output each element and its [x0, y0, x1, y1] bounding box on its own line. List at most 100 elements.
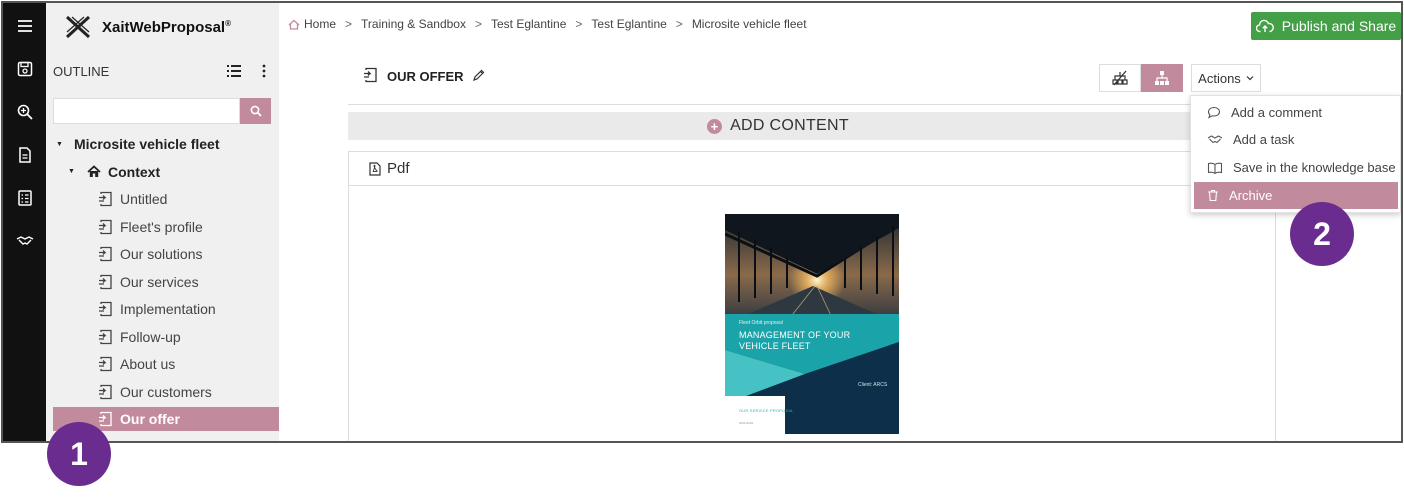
menu-item-add-task[interactable]: Add a task: [1191, 126, 1401, 153]
pdf-cover-thumbnail[interactable]: Fleet Orbit proposal MANAGEMENT OF YOUR …: [725, 214, 899, 434]
cover-date: 2021/2022: [739, 421, 754, 425]
menu-item-label: Add a comment: [1231, 105, 1323, 120]
list-view-icon[interactable]: [225, 62, 243, 80]
breadcrumb-separator: >: [345, 17, 353, 31]
add-content-button[interactable]: + ADD CONTENT: [348, 112, 1208, 140]
actions-menu: Add a comment Add a task Save in the kno…: [1190, 95, 1401, 213]
handshake-icon[interactable]: [3, 221, 46, 261]
menu-icon[interactable]: [3, 6, 46, 46]
outline-search-input[interactable]: [53, 98, 240, 124]
page-icon: [98, 246, 114, 262]
outline-item[interactable]: Untitled: [98, 187, 167, 211]
cover-title: MANAGEMENT OF YOUR VEHICLE FLEET: [739, 330, 851, 351]
structure-off-icon: [1112, 70, 1128, 86]
step-badge-2: 2: [1290, 202, 1354, 266]
page-icon: [98, 384, 114, 400]
document-icon[interactable]: [3, 135, 46, 175]
outline-item-label: Implementation: [120, 301, 216, 317]
cover-footer: OUR SERVICE PROPOSAL: [739, 408, 794, 413]
outline-item-label: Context: [108, 163, 161, 180]
caret-down-icon[interactable]: ▼: [56, 141, 66, 148]
show-structure-button[interactable]: [1141, 64, 1183, 92]
menu-item-label: Save in the knowledge base: [1233, 160, 1396, 175]
outline-header: OUTLINE: [53, 61, 273, 81]
page-title-text: OUR OFFER: [387, 69, 464, 84]
trash-icon: [1208, 189, 1218, 202]
outline-sidebar: XaitWebProposal® OUTLINE ▼ Microsite vehi…: [46, 3, 279, 441]
outline-item-label: Our offer: [120, 411, 180, 427]
breadcrumb-item-home[interactable]: Home: [304, 17, 336, 31]
comment-icon: [1207, 106, 1221, 119]
pdf-file-icon: [369, 161, 381, 176]
outline-item-label: Fleet's profile: [120, 218, 203, 235]
breadcrumb-item[interactable]: Test Eglantine: [591, 17, 666, 31]
page-icon: [98, 356, 114, 372]
hide-structure-button[interactable]: [1099, 64, 1141, 92]
outline-item[interactable]: Fleet's profile: [98, 215, 203, 239]
search-icon: [250, 105, 262, 117]
outline-item-label: Microsite vehicle fleet: [74, 136, 220, 152]
outline-label: OUTLINE: [53, 63, 110, 79]
search-button[interactable]: [240, 98, 271, 124]
chevron-down-icon: [1246, 76, 1254, 81]
outline-item[interactable]: ▼ Microsite vehicle fleet: [56, 132, 220, 156]
outline-item[interactable]: Our services: [98, 270, 199, 294]
home-icon[interactable]: [288, 19, 300, 30]
app-name: XaitWebProposal®: [102, 18, 231, 36]
outline-item[interactable]: About us: [98, 352, 175, 376]
menu-item-add-comment[interactable]: Add a comment: [1191, 99, 1401, 126]
outline-item[interactable]: Our solutions: [98, 242, 202, 266]
left-rail: [3, 3, 46, 441]
outline-item-label: Untitled: [120, 191, 168, 207]
xait-logo-icon: [65, 15, 91, 39]
outline-item[interactable]: Follow-up: [98, 325, 181, 349]
outline-search: [53, 98, 271, 124]
caret-down-icon[interactable]: ▼: [68, 168, 78, 175]
app-logo: XaitWebProposal®: [64, 15, 231, 39]
home-icon: [86, 164, 102, 180]
zoom-search-icon[interactable]: [3, 92, 46, 132]
menu-item-archive[interactable]: Archive: [1194, 182, 1398, 209]
more-options-icon[interactable]: [255, 62, 273, 80]
outline-item-label: Our customers: [120, 383, 212, 400]
checklist-icon[interactable]: [3, 178, 46, 218]
outline-item[interactable]: Our customers: [98, 380, 212, 404]
menu-item-save-knowledge-base[interactable]: Save in the knowledge base: [1191, 154, 1401, 181]
save-icon[interactable]: [3, 49, 46, 89]
page-icon: [98, 301, 114, 317]
outline-item-label: Our services: [120, 273, 199, 290]
page-icon: [98, 219, 114, 235]
actions-dropdown-button[interactable]: Actions: [1191, 64, 1261, 92]
page-title: OUR OFFER: [363, 67, 485, 86]
breadcrumb-separator: >: [675, 17, 683, 31]
cover-client: Client: ARCS: [858, 382, 888, 388]
outline-item[interactable]: ▼ Context: [68, 160, 160, 184]
publish-and-share-button[interactable]: Publish and Share: [1251, 12, 1401, 40]
right-pane-divider: [1275, 183, 1276, 441]
pdf-content-panel: Pdf Fleet Orbit proposal MANAGEMENT OF Y…: [348, 151, 1276, 441]
cloud-upload-icon: [1255, 19, 1274, 33]
page-icon: [98, 274, 114, 290]
edit-pencil-icon[interactable]: [472, 69, 485, 85]
breadcrumb-item-current: Microsite vehicle fleet: [691, 17, 807, 31]
outline-item-label: About us: [120, 356, 176, 372]
breadcrumb-item[interactable]: Test Eglantine: [491, 17, 566, 31]
add-content-label: ADD CONTENT: [730, 117, 849, 134]
outline-item-label: Follow-up: [120, 328, 181, 345]
outline-item[interactable]: Implementation: [98, 297, 216, 321]
handshake-icon: [1207, 134, 1223, 143]
step-badge-1: 1: [47, 422, 111, 486]
breadcrumb-item[interactable]: Training & Sandbox: [361, 17, 466, 31]
page-icon: [98, 191, 114, 207]
menu-item-label: Archive: [1229, 188, 1273, 203]
menu-item-label: Add a task: [1233, 132, 1295, 147]
cover-kicker: Fleet Orbit proposal: [739, 320, 783, 326]
app-window: XaitWebProposal® OUTLINE ▼ Microsite vehi…: [1, 1, 1403, 443]
page-icon: [98, 411, 114, 427]
actions-label: Actions: [1198, 70, 1241, 86]
pdf-panel-header: Pdf: [349, 152, 1275, 186]
page-icon: [363, 67, 379, 86]
outline-item-label: Our solutions: [120, 246, 203, 262]
plus-circle-icon: +: [707, 118, 723, 134]
publish-label: Publish and Share: [1281, 18, 1397, 34]
